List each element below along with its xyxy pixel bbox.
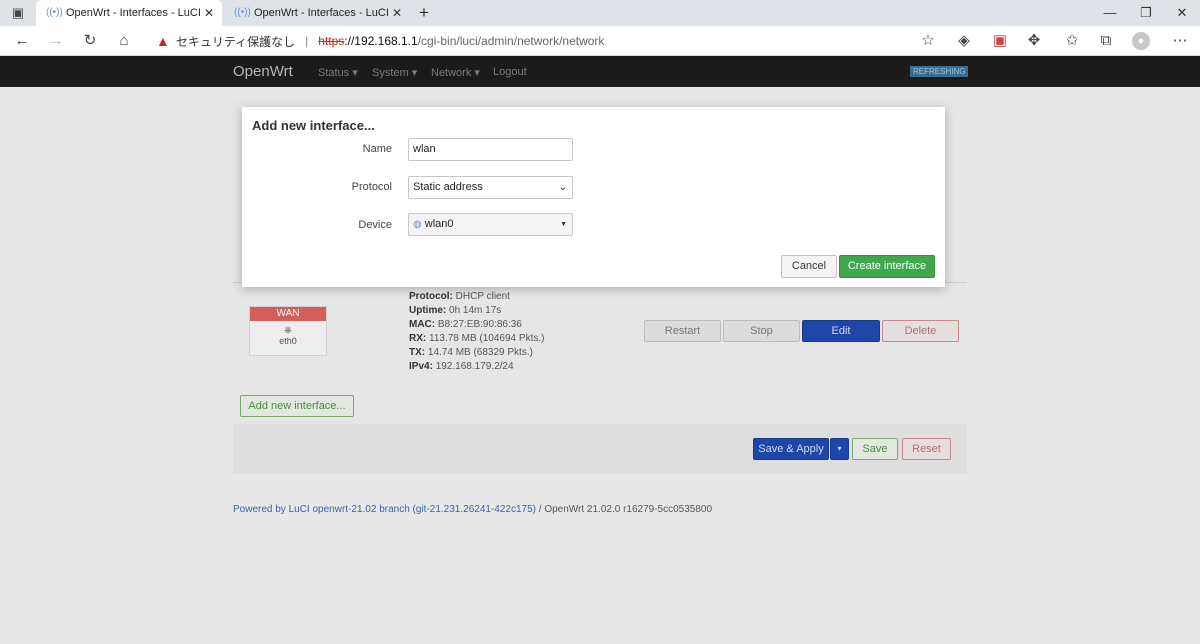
favorite-add-icon[interactable]: ☆ — [918, 31, 938, 51]
collections-icon[interactable]: ⧉ — [1096, 31, 1116, 51]
chevron-down-icon: ⌄ — [558, 182, 567, 193]
close-tab-icon[interactable]: ✕ — [392, 6, 402, 20]
page-footer: Powered by LuCI openwrt-21.02 branch (gi… — [233, 504, 712, 515]
save-apply-dropdown-icon[interactable]: ▾ — [830, 438, 849, 460]
delete-button[interactable]: Delete — [882, 320, 959, 342]
url-separator: | — [305, 34, 309, 48]
restore-button[interactable]: ❐ — [1136, 4, 1156, 22]
wan-info-rx: RX: 113.78 MB (104694 Pkts.) — [409, 333, 545, 344]
protocol-label: Protocol — [351, 181, 392, 193]
forward-icon[interactable]: → — [46, 31, 66, 51]
browser-tab-active[interactable]: ((•)) OpenWrt - Interfaces - LuCI ✕ — [36, 0, 222, 26]
dialog-title: Add new interface... — [252, 118, 375, 133]
ethernet-port-icon: ⎈ — [284, 325, 292, 336]
tab-title: OpenWrt - Interfaces - LuCI — [254, 7, 389, 19]
warning-icon: ▲ — [156, 33, 170, 49]
more-menu-icon[interactable]: ⋯ — [1170, 31, 1190, 51]
wan-info-uptime: Uptime: 0h 14m 17s — [409, 305, 502, 316]
save-button[interactable]: Save — [852, 438, 898, 460]
home-icon[interactable]: ⌂ — [114, 31, 134, 51]
save-apply-button[interactable]: Save & Apply — [753, 438, 829, 460]
url-path: /cgi-bin/luci/admin/network/network — [417, 34, 605, 48]
luci-navbar: OpenWrt Status ▾ System ▾ Network ▾ Logo… — [0, 56, 1200, 87]
wan-interface-badge: WAN ⎈ eth0 — [249, 306, 327, 356]
reset-button[interactable]: Reset — [902, 438, 951, 460]
nav-logout[interactable]: Logout — [493, 66, 527, 78]
minimize-button[interactable]: — — [1100, 4, 1120, 22]
browser-tab[interactable]: ((•)) OpenWrt - Interfaces - LuCI ✕ — [224, 0, 410, 26]
browser-tabstrip: ▣ ((•)) OpenWrt - Interfaces - LuCI ✕ ((… — [0, 0, 1200, 26]
luci-favicon-icon: ((•)) — [46, 7, 63, 18]
add-interface-button[interactable]: Add new interface... — [240, 395, 354, 417]
protocol-value: Static address — [413, 181, 483, 193]
luci-footer-link[interactable]: Powered by LuCI openwrt-21.02 branch (gi… — [233, 504, 536, 515]
brand-logo[interactable]: OpenWrt — [233, 63, 293, 80]
add-interface-dialog: Add new interface... Name wlan Protocol … — [242, 107, 945, 287]
create-interface-button[interactable]: Create interface — [839, 255, 935, 278]
wan-info-tx: TX: 14.74 MB (68329 Pkts.) — [409, 347, 533, 358]
security-warning[interactable]: セキュリティ保護なし — [176, 33, 295, 50]
extensions-icon[interactable]: ✥ — [1024, 31, 1044, 51]
reload-icon[interactable]: ↻ — [80, 31, 100, 51]
name-input[interactable]: wlan — [408, 138, 573, 161]
new-tab-button[interactable]: + — [414, 4, 434, 22]
openwrt-version: / OpenWrt 21.02.0 r16279-5cc0535800 — [535, 504, 713, 515]
edit-button[interactable]: Edit — [802, 320, 880, 342]
close-window-button[interactable]: ✕ — [1172, 4, 1192, 22]
wan-label: WAN — [250, 307, 326, 321]
wan-info-ipv4: IPv4: 192.168.179.2/24 — [409, 361, 514, 372]
wan-info-protocol: Protocol: DHCP client — [409, 291, 510, 302]
restart-button[interactable]: Restart — [644, 320, 721, 342]
stop-button[interactable]: Stop — [723, 320, 800, 342]
nav-system[interactable]: System ▾ — [372, 66, 417, 79]
wifi-device-icon: ◍ — [413, 219, 422, 230]
luci-favicon-icon: ((•)) — [234, 7, 251, 18]
close-tab-icon[interactable]: ✕ — [204, 6, 214, 20]
url-host: ://192.168.1.1 — [344, 34, 418, 48]
tab-actions-icon[interactable]: ▣ — [8, 3, 28, 23]
wan-info-mac: MAC: B8:27:EB:90:86:36 — [409, 319, 522, 330]
back-icon[interactable]: ← — [12, 31, 32, 51]
tab-title: OpenWrt - Interfaces - LuCI — [66, 7, 201, 19]
nav-status[interactable]: Status ▾ — [318, 66, 358, 79]
name-label: Name — [362, 143, 392, 155]
favorites-icon[interactable]: ✩ — [1062, 31, 1082, 51]
browser-toolbar: ← → ↻ ⌂ ▲ セキュリティ保護なし | https://192.168.1… — [0, 26, 1200, 56]
refreshing-badge[interactable]: REFRESHING — [910, 66, 969, 77]
protocol-select[interactable]: Static address ⌄ — [408, 176, 573, 199]
url-scheme: https — [318, 34, 345, 48]
device-label: Device — [358, 219, 392, 231]
nav-network[interactable]: Network ▾ — [431, 66, 480, 79]
wan-device: eth0 — [279, 336, 297, 346]
device-value: wlan0 — [424, 218, 454, 230]
address-bar[interactable]: ▲ セキュリティ保護なし | https://192.168.1.1/cgi-b… — [146, 28, 946, 54]
cast-icon[interactable]: ▣ — [990, 31, 1010, 51]
profile-avatar-icon[interactable]: ● — [1132, 32, 1150, 50]
caret-down-icon: ▼ — [560, 221, 567, 228]
device-dropdown[interactable]: ◍ wlan0 ▼ — [408, 213, 573, 236]
cancel-button[interactable]: Cancel — [781, 255, 837, 278]
extension-shield-icon[interactable]: ◈ — [954, 31, 974, 51]
